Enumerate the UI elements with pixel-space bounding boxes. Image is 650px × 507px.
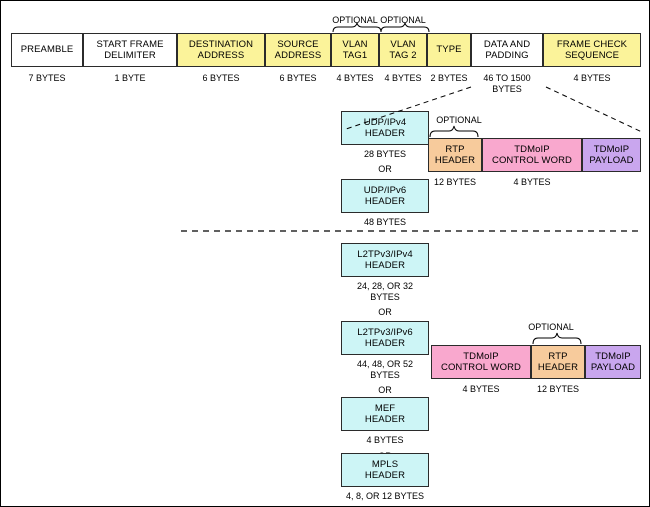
field-line1: VLAN xyxy=(342,38,368,50)
l2tp-header-ipv6-box: L2TPv3/IPv6 HEADER xyxy=(341,321,429,355)
field-line2: SEQUENCE xyxy=(564,50,620,61)
field-line2: CONTROL WORD xyxy=(491,155,572,166)
frame-field-type: TYPE xyxy=(427,33,471,67)
l2tp-or-label-2: OR xyxy=(378,385,392,395)
field-line1: UDP/IPv4 xyxy=(363,116,407,128)
field-line2: TAG1 xyxy=(342,50,368,61)
field-line1: MPLS xyxy=(371,458,399,470)
frame-field-data-and-padding: DATA AND PADDING xyxy=(471,33,543,67)
field-line2: HEADER xyxy=(364,414,406,425)
field-line2: PADDING xyxy=(485,50,529,61)
leader-line-right-udp xyxy=(545,86,643,133)
field-line2: HEADER xyxy=(364,338,406,349)
udp-rtp-header-size: 12 BYTES xyxy=(433,177,477,187)
frame-field-frame-check-sequence: FRAME CHECK SEQUENCE xyxy=(543,33,641,67)
frame-field-size-destination-address: 6 BYTES xyxy=(202,73,240,83)
field-line1: L2TPv3/IPv6 xyxy=(357,326,413,338)
mpls-header-size: 4, 8, OR 12 BYTES xyxy=(345,491,425,501)
field-line2: HEADER xyxy=(537,362,579,373)
field-line1: TDMoIP xyxy=(514,143,550,155)
field-line2: ADDRESS xyxy=(274,50,322,61)
l2tp-rtp-header-size: 12 BYTES xyxy=(536,384,580,394)
field-line1: TDMoIP xyxy=(595,350,631,362)
frame-field-size-frame-check-sequence: 4 BYTES xyxy=(573,73,611,83)
field-line1: L2TPv3/IPv4 xyxy=(357,248,413,260)
frame-field-size-preamble: 7 BYTES xyxy=(28,73,66,83)
field-line1: SOURCE xyxy=(277,38,319,50)
udp-header-ipv6-size: 48 BYTES xyxy=(363,217,407,227)
frame-field-preamble: PREAMBLE xyxy=(11,33,83,67)
l2tp-rtp-header-box: RTP HEADER xyxy=(531,345,585,379)
field-line2: PAYLOAD xyxy=(589,155,634,166)
field-line2: TAG 2 xyxy=(389,50,417,61)
field-line2: PAYLOAD xyxy=(590,362,636,373)
mef-header-box: MEF HEADER xyxy=(341,397,429,431)
field-line1: FRAME CHECK xyxy=(556,38,628,50)
brace-udp-rtp-icon xyxy=(429,125,479,138)
l2tp-optional-label-rtp: OPTIONAL xyxy=(528,322,574,332)
mpls-header-box: MPLS HEADER xyxy=(341,453,429,487)
udp-header-ipv4-size: 28 BYTES xyxy=(363,149,407,159)
field-line2: HEADER xyxy=(364,196,406,207)
field-line1: TDMoIP xyxy=(593,143,630,155)
udp-tdmoip-payload-box: TDMoIP PAYLOAD xyxy=(582,138,641,172)
field-line2: DELIMITER xyxy=(104,50,156,61)
mef-header-size: 4 BYTES xyxy=(366,435,404,445)
l2tp-or-label-1: OR xyxy=(378,307,392,317)
field-line1: VLAN xyxy=(390,38,416,50)
l2tp-tdmoip-control-word-size: 4 BYTES xyxy=(462,384,500,394)
brace-l2tp-rtp-icon xyxy=(532,332,582,345)
udp-or-label: OR xyxy=(378,164,392,174)
frame-field-source-address: SOURCE ADDRESS xyxy=(265,33,331,67)
field-line1: START FRAME xyxy=(96,38,164,50)
field-line1: RTP xyxy=(548,350,568,362)
packet-structure-diagram: PREAMBLE 7 BYTES START FRAME DELIMITER 1… xyxy=(0,0,650,507)
frame-field-vlan-tag1: VLAN TAG1 xyxy=(331,33,379,67)
frame-field-size-start-frame-delimiter: 1 BYTE xyxy=(114,73,146,83)
frame-field-size-vlan-tag2: 4 BYTES xyxy=(384,73,422,83)
l2tp-header-ipv4-size: 24, 28, OR 32 BYTES xyxy=(356,281,414,302)
field-line1: DESTINATION xyxy=(188,38,254,50)
field-line1: PREAMBLE xyxy=(20,44,74,56)
frame-field-size-source-address: 6 BYTES xyxy=(279,73,317,83)
udp-header-ipv4-box: UDP/IPv4 HEADER xyxy=(341,111,429,145)
frame-field-size-type: 2 BYTES xyxy=(430,73,468,83)
field-line1: DATA AND xyxy=(483,38,531,50)
field-line2: HEADER xyxy=(364,260,406,271)
field-line2: HEADER xyxy=(364,128,406,139)
l2tp-tdmoip-control-word-box: TDMoIP CONTROL WORD xyxy=(431,345,531,379)
frame-field-size-data-and-padding: 46 TO 1500 BYTES xyxy=(483,73,531,94)
field-line2: HEADER xyxy=(434,155,476,166)
frame-field-start-frame-delimiter: START FRAME DELIMITER xyxy=(83,33,177,67)
optional-label-vlan-tag2: OPTIONAL xyxy=(380,15,426,25)
udp-tdmoip-control-word-size: 4 BYTES xyxy=(513,177,551,187)
udp-optional-label-rtp: OPTIONAL xyxy=(436,115,482,125)
l2tp-header-ipv4-box: L2TPv3/IPv4 HEADER xyxy=(341,243,429,277)
frame-field-destination-address: DESTINATION ADDRESS xyxy=(177,33,265,67)
field-line2: HEADER xyxy=(364,470,406,481)
field-line1: TYPE xyxy=(436,44,462,56)
udp-rtp-header-box: RTP HEADER xyxy=(428,138,482,172)
frame-field-vlan-tag2: VLAN TAG 2 xyxy=(379,33,427,67)
field-line1: RTP xyxy=(445,143,465,155)
field-line1: UDP/IPv6 xyxy=(363,184,407,196)
l2tp-header-ipv6-size: 44, 48, OR 52 BYTES xyxy=(356,359,414,380)
l2tp-tdmoip-payload-box: TDMoIP PAYLOAD xyxy=(585,345,641,379)
field-line1: MEF xyxy=(374,402,396,414)
udp-header-ipv6-box: UDP/IPv6 HEADER xyxy=(341,179,429,213)
field-line1: TDMoIP xyxy=(463,350,499,362)
field-line2: CONTROL WORD xyxy=(440,362,521,373)
frame-field-size-vlan-tag1: 4 BYTES xyxy=(336,73,374,83)
field-line2: ADDRESS xyxy=(197,50,245,61)
udp-tdmoip-control-word-box: TDMoIP CONTROL WORD xyxy=(482,138,582,172)
